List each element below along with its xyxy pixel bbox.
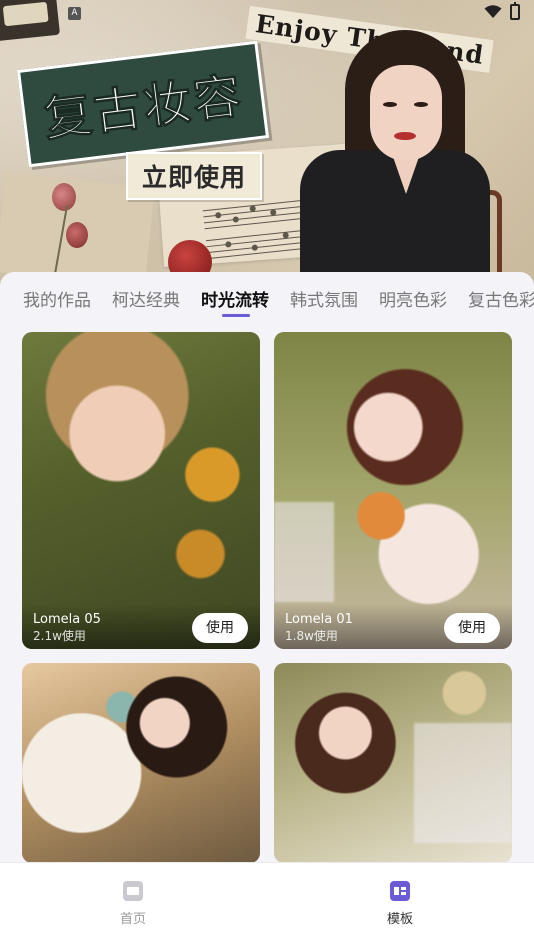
tab-kodak-classic[interactable]: 柯达经典 — [112, 286, 180, 311]
active-tab-indicator — [222, 314, 250, 317]
rose-decoration — [66, 222, 88, 248]
banner-cta-button[interactable]: 立即使用 — [126, 152, 263, 200]
banner-title-box: 复古妆容 — [16, 40, 270, 168]
status-icons — [484, 2, 520, 20]
nav-templates[interactable]: 模板 — [370, 881, 430, 927]
tab-retro-colors[interactable]: 复古色彩 — [468, 286, 534, 311]
template-usage: 2.1w使用 — [33, 629, 86, 643]
tab-korean-mood[interactable]: 韩式氛围 — [290, 286, 358, 311]
template-usage: 1.8w使用 — [285, 629, 338, 643]
tab-time-flow[interactable]: 时光流转 — [201, 286, 269, 311]
nav-home-label: 首页 — [119, 912, 146, 927]
template-name: Lomela 05 — [33, 612, 101, 627]
blur-patch — [274, 502, 334, 602]
rose-decoration — [52, 183, 76, 211]
wifi-icon — [484, 5, 502, 18]
banner-model-image — [290, 20, 502, 285]
use-template-button[interactable]: 使用 — [444, 613, 500, 643]
banner-title: 复古妆容 — [40, 67, 247, 148]
template-icon — [390, 881, 410, 901]
nav-home[interactable]: 首页 — [103, 881, 163, 927]
home-icon — [123, 881, 143, 901]
use-template-button[interactable]: 使用 — [192, 613, 248, 643]
category-tabs: 我的作品 柯达经典 时光流转 韩式氛围 明亮色彩 复古色彩 — [0, 272, 534, 324]
template-card[interactable]: Lomela 05 2.1w使用 使用 — [22, 332, 260, 649]
template-card[interactable] — [274, 663, 512, 863]
battery-icon — [510, 2, 520, 20]
template-card[interactable] — [22, 663, 260, 863]
status-indicator: A — [68, 7, 81, 20]
nav-templates-label: 模板 — [386, 912, 413, 927]
template-card[interactable]: Lomela 01 1.8w使用 使用 — [274, 332, 512, 649]
blur-patch — [414, 723, 512, 843]
tab-bright-colors[interactable]: 明亮色彩 — [379, 286, 447, 311]
cassette-decoration — [0, 0, 61, 42]
bottom-navigation: 首页 模板 — [0, 862, 534, 950]
hero-banner[interactable]: A Enjoy Th ekend 复古妆容 立即使用 — [0, 0, 534, 285]
template-name: Lomela 01 — [285, 612, 353, 627]
tab-my-works[interactable]: 我的作品 — [23, 286, 91, 311]
